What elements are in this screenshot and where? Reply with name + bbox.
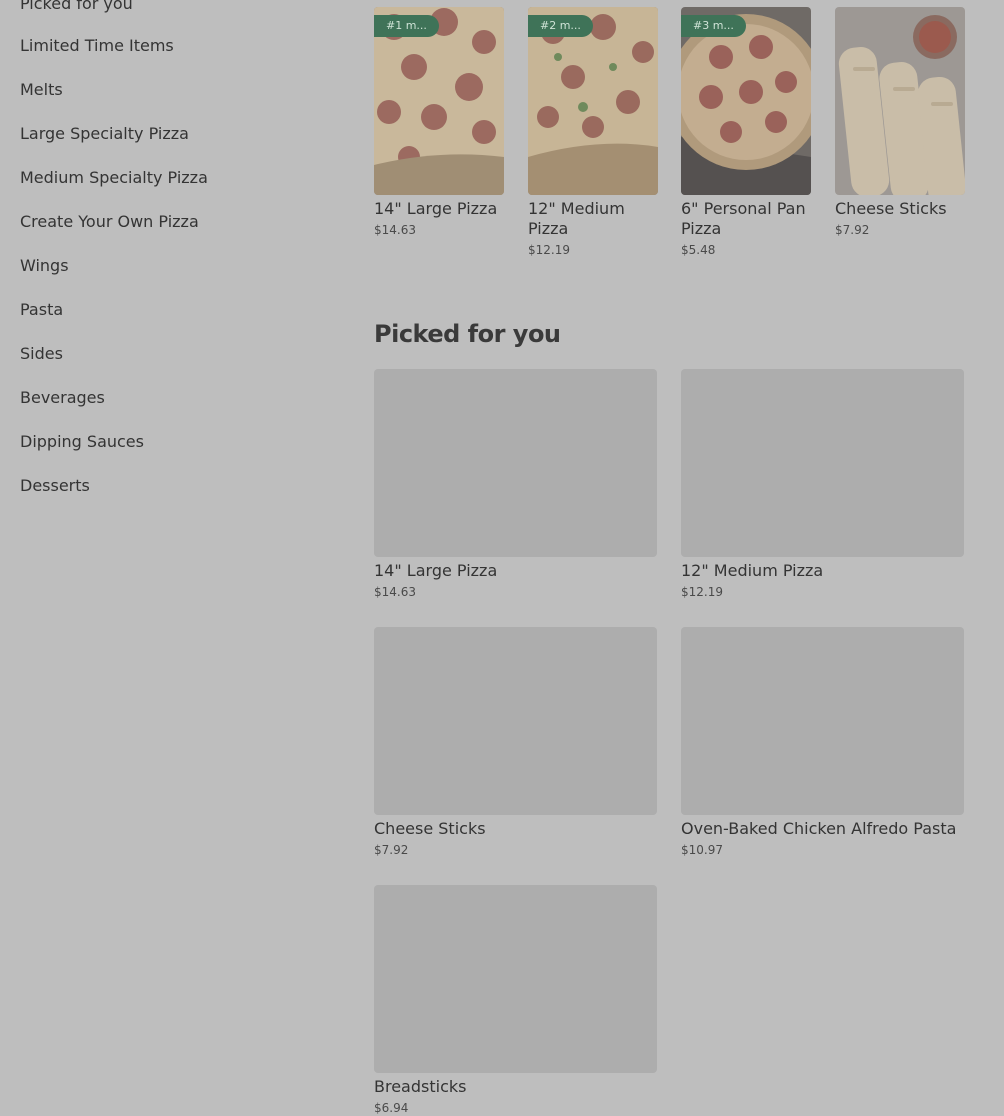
- sidebar-item-picked-for-you[interactable]: Picked for you: [20, 0, 133, 14]
- item-image-placeholder: [374, 885, 657, 1073]
- item-image-placeholder: [681, 369, 964, 557]
- item-price: $6.94: [374, 1101, 409, 1115]
- sidebar-item-melts[interactable]: Melts: [20, 80, 63, 100]
- item-image-placeholder: [374, 627, 657, 815]
- sidebar-item-beverages[interactable]: Beverages: [20, 388, 105, 408]
- pizza-image: #2 m...: [528, 7, 658, 195]
- item-name: Breadsticks: [374, 1077, 467, 1096]
- menu-item-card[interactable]: 14" Large Pizza $14.63: [374, 369, 657, 600]
- rank-badge: #2 m...: [528, 15, 593, 37]
- category-sidebar: Picked for you Limited Time Items Melts …: [0, 0, 340, 1108]
- menu-item-card[interactable]: 12" Medium Pizza $12.19: [681, 369, 964, 600]
- item-price: $12.19: [681, 585, 723, 599]
- popular-item-card[interactable]: #3 m... 6" Personal Pan Pizza $5.48: [681, 7, 811, 258]
- item-name: 12" Medium Pizza: [681, 561, 824, 580]
- item-price: $7.92: [374, 843, 409, 857]
- item-price: $14.63: [374, 223, 416, 237]
- sidebar-item-wings[interactable]: Wings: [20, 256, 69, 276]
- menu-item-card[interactable]: Breadsticks $6.94: [374, 885, 657, 1116]
- item-name: 12" Medium Pizza: [528, 199, 625, 238]
- pizza-image: #1 m...: [374, 7, 504, 195]
- sidebar-item-medium-specialty[interactable]: Medium Specialty Pizza: [20, 168, 208, 188]
- item-name: Cheese Sticks: [374, 819, 486, 838]
- item-name: 6" Personal Pan Pizza: [681, 199, 806, 238]
- rank-badge: #3 m...: [681, 15, 746, 37]
- sidebar-item-desserts[interactable]: Desserts: [20, 476, 90, 496]
- menu-item-card[interactable]: Cheese Sticks $7.92: [374, 627, 657, 858]
- rank-badge: #1 m...: [374, 15, 439, 37]
- sidebar-item-limited-time[interactable]: Limited Time Items: [20, 36, 174, 56]
- item-name: Oven-Baked Chicken Alfredo Pasta: [681, 819, 957, 838]
- item-image-placeholder: [681, 627, 964, 815]
- item-price: $10.97: [681, 843, 723, 857]
- item-price: $14.63: [374, 585, 416, 599]
- menu-item-card[interactable]: Oven-Baked Chicken Alfredo Pasta $10.97: [681, 627, 964, 858]
- cheese-sticks-image: [835, 7, 965, 195]
- sidebar-item-dipping-sauces[interactable]: Dipping Sauces: [20, 432, 144, 452]
- section-title-picked-for-you: Picked for you: [374, 320, 561, 348]
- sidebar-item-create-your-own[interactable]: Create Your Own Pizza: [20, 212, 199, 232]
- pizza-image: #3 m...: [681, 7, 811, 195]
- popular-item-card[interactable]: Cheese Sticks $7.92: [835, 7, 965, 238]
- popular-item-card[interactable]: #2 m... 12" Medium Pizza $12.19: [528, 7, 658, 258]
- item-name: 14" Large Pizza: [374, 561, 498, 580]
- sidebar-item-sides[interactable]: Sides: [20, 344, 63, 364]
- item-image-placeholder: [374, 369, 657, 557]
- sidebar-item-pasta[interactable]: Pasta: [20, 300, 63, 320]
- sidebar-item-large-specialty[interactable]: Large Specialty Pizza: [20, 124, 189, 144]
- item-name: Cheese Sticks: [835, 199, 947, 218]
- item-price: $5.48: [681, 243, 716, 257]
- item-price: $7.92: [835, 223, 870, 237]
- popular-item-card[interactable]: #1 m... 14" Large Pizza $14.63: [374, 7, 504, 238]
- item-name: 14" Large Pizza: [374, 199, 498, 218]
- item-price: $12.19: [528, 243, 570, 257]
